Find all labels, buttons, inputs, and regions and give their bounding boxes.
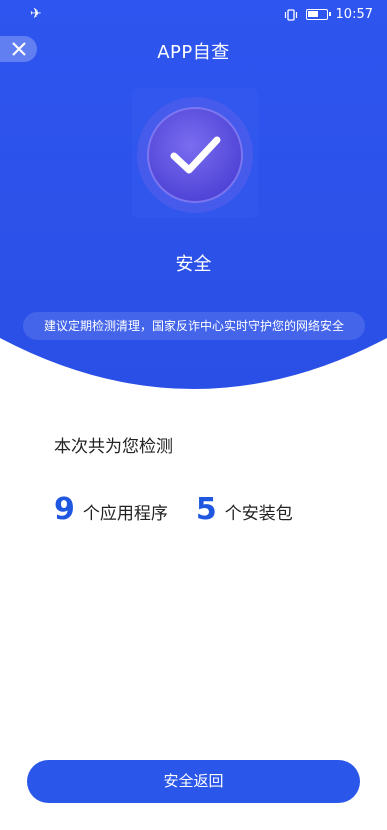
safe-check-icon (132, 88, 258, 218)
safe-return-button[interactable]: 安全返回 (27, 760, 360, 803)
scan-summary-label: 本次共为您检测 (54, 437, 173, 457)
battery-icon (305, 9, 331, 20)
security-status: 安全 (175, 254, 212, 275)
status-time: 10:57 (335, 7, 373, 22)
page-title: APP自查 (157, 42, 230, 63)
apps-unit: 个应用程序 (82, 504, 168, 524)
apps-count: 9 (54, 492, 75, 527)
packages-unit: 个安装包 (224, 504, 293, 524)
airplane-mode-icon: ✈ (30, 6, 42, 22)
hero-section: ✈ 10:57 APP自查 安全 建议定期检测清理，国家反诈中心实时守护您的网络… (0, 0, 387, 400)
scan-stats: 9 个应用程序 5 个安装包 (54, 492, 293, 527)
battery-level (307, 11, 318, 17)
security-tip: 建议定期检测清理，国家反诈中心实时守护您的网络安全 (23, 312, 365, 340)
vibrate-icon (284, 8, 297, 21)
packages-count: 5 (195, 492, 217, 527)
status-bar: ✈ 10:57 (0, 0, 387, 30)
